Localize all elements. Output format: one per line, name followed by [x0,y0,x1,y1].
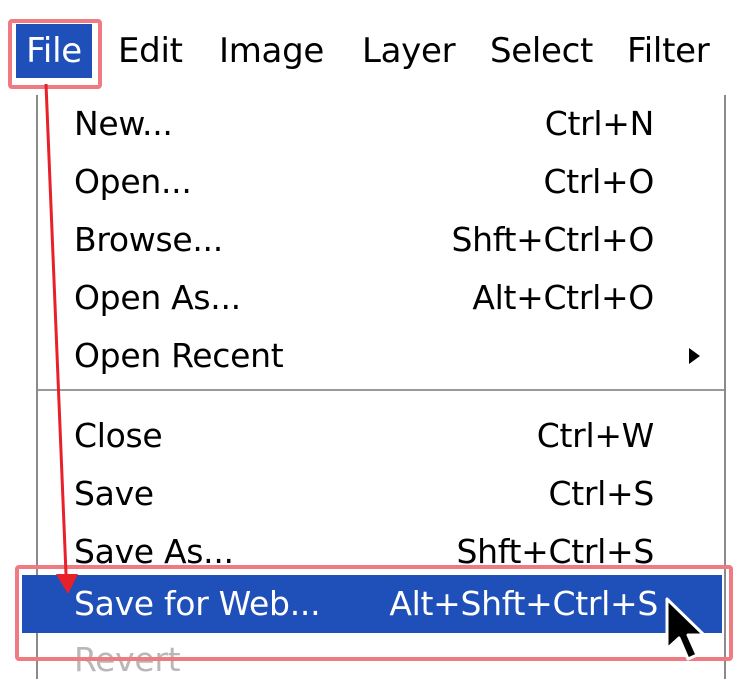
annotation-arrow-icon [44,83,78,594]
mouse-cursor-icon [665,597,706,661]
